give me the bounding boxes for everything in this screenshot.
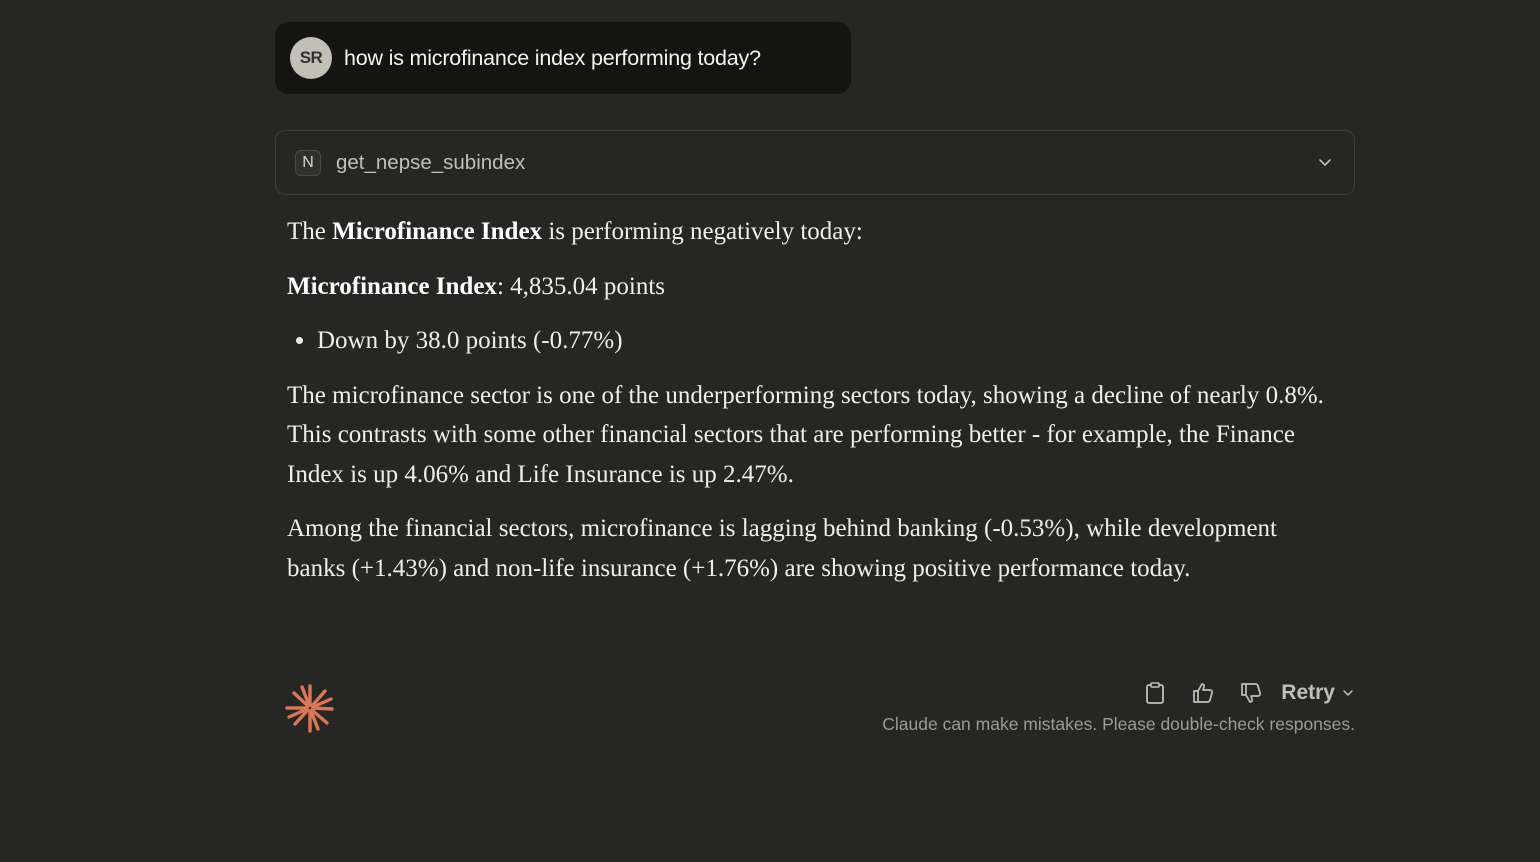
thumbs-down-button[interactable]: [1227, 676, 1275, 710]
assistant-answer: The Microfinance Index is performing neg…: [287, 212, 1327, 603]
response-actions: Retry: [1131, 676, 1355, 710]
retry-label: Retry: [1281, 681, 1335, 704]
answer-paragraph-financial: Among the financial sectors, microfinanc…: [287, 515, 1278, 582]
chevron-down-icon: [1343, 690, 1353, 696]
answer-intro-bold: Microfinance Index: [332, 218, 543, 245]
answer-paragraph-sectors: The microfinance sector is one of the un…: [287, 381, 1324, 488]
answer-bullet-list: Down by 38.0 points (-0.77%): [287, 321, 1327, 361]
user-message-text: how is microfinance index performing tod…: [344, 45, 761, 70]
thumbs-up-button[interactable]: [1179, 676, 1227, 710]
tool-call-panel[interactable]: N get_nepse_subindex: [275, 130, 1355, 195]
answer-intro: The Microfinance Index is performing neg…: [287, 218, 863, 245]
copy-button[interactable]: [1131, 676, 1179, 710]
avatar[interactable]: SR: [290, 37, 332, 79]
retry-button[interactable]: Retry: [1281, 681, 1355, 705]
thumbs-down-icon: [1241, 683, 1262, 703]
thumbs-up-icon: [1193, 683, 1214, 703]
clipboard-icon: [1146, 682, 1165, 704]
user-message-bubble: SR how is microfinance index performing …: [275, 22, 851, 94]
tool-name: get_nepse_subindex: [336, 150, 526, 174]
answer-index-label: Microfinance Index: [287, 272, 497, 300]
disclaimer-text: Claude can make mistakes. Please double-…: [882, 714, 1355, 734]
tool-badge: N: [295, 149, 321, 176]
list-item: Down by 38.0 points (-0.77%): [317, 321, 1327, 361]
answer-index-value: Microfinance Index: 4,835.04 points: [287, 272, 666, 300]
claude-spark-icon: [285, 684, 334, 733]
chevron-down-icon[interactable]: [1316, 153, 1334, 171]
